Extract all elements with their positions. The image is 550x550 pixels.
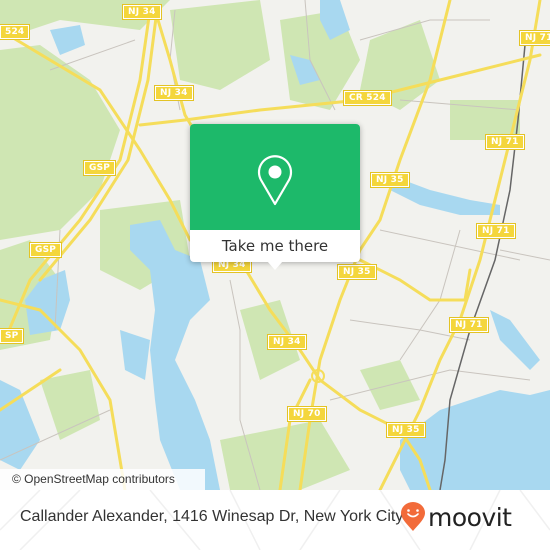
moovit-logo[interactable]: moovit	[400, 502, 512, 532]
road-shield-nj35: NJ 35	[337, 264, 377, 280]
moovit-brand-text: moovit	[428, 502, 512, 532]
road-shield-nj35: NJ 35	[370, 172, 410, 188]
take-me-there-button[interactable]: Take me there	[190, 230, 360, 262]
road-shield-nj71: NJ 71	[476, 223, 516, 239]
road-shield-gsp: GSP	[28, 242, 63, 258]
road-shield-gsp: GSP	[82, 160, 117, 176]
road-shield-nj70: NJ 70	[287, 406, 327, 422]
popup-pointer	[267, 261, 283, 270]
map-view[interactable]: 524 NJ 34 NJ 34 CR 524 NJ 71 GSP NJ 71 N…	[0, 0, 550, 490]
road-shield-nj34: NJ 34	[154, 85, 194, 101]
road-shield-nj34: NJ 34	[267, 334, 307, 350]
moovit-pin-icon	[401, 502, 425, 531]
road-shield-nj71: NJ 71	[519, 30, 550, 46]
popup-header	[190, 124, 360, 230]
road-shield-cr524: CR 524	[343, 90, 392, 106]
road-shield-nj34: NJ 34	[122, 4, 162, 20]
footer-bar: Callander Alexander, 1416 Winesap Dr, Ne…	[0, 490, 550, 550]
road-shield-nj35: NJ 35	[386, 422, 426, 438]
location-caption: Callander Alexander, 1416 Winesap Dr, Ne…	[20, 508, 404, 525]
road-shield-nj71: NJ 71	[485, 134, 525, 150]
road-shield-nj71: NJ 71	[449, 317, 489, 333]
road-shield-cr524-west: 524	[0, 24, 31, 40]
map-pin-icon	[257, 155, 293, 206]
road-shield-gsp: SP	[0, 328, 25, 344]
map-attribution[interactable]: © OpenStreetMap contributors	[0, 469, 205, 490]
location-popup: Take me there	[190, 124, 360, 270]
